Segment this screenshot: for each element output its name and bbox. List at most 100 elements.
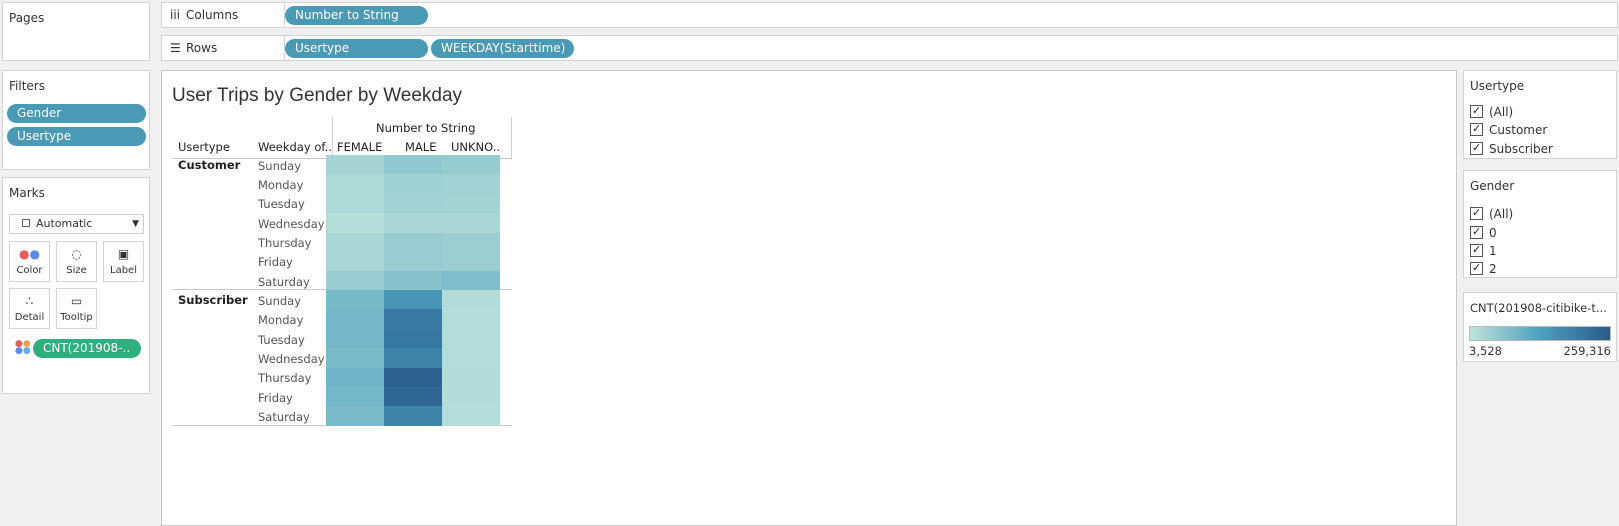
weekday-label: Tuesday [258, 333, 305, 347]
column-header-female: FEMALE [337, 140, 383, 154]
heatmap-cell[interactable] [442, 193, 500, 214]
heatmap-cell[interactable] [384, 193, 442, 214]
filters-panel: Filters Gender Usertype [2, 70, 150, 170]
mark-type-dropdown[interactable]: Automatic ▼ [9, 214, 144, 234]
columns-pill-number-to-string[interactable]: Number to String [285, 6, 428, 25]
heatmap-cell[interactable] [442, 387, 500, 407]
row-header-weekday: Weekday of.. [258, 140, 332, 154]
heatmap-cell[interactable] [442, 174, 500, 195]
heatmap-cell[interactable] [326, 367, 384, 388]
heatmap-cell[interactable] [326, 309, 384, 330]
heatmap-cell[interactable] [384, 174, 442, 195]
heatmap-cell[interactable] [384, 348, 442, 369]
heatmap-cell[interactable] [326, 252, 384, 272]
heatmap-cell[interactable] [326, 387, 384, 407]
heatmap-cell[interactable] [384, 290, 442, 310]
checkbox-checked-icon [1470, 121, 1483, 137]
rows-pill-weekday[interactable]: WEEKDAY(Starttime) [431, 39, 574, 58]
heatmap-cell[interactable] [384, 309, 442, 330]
pages-label: Pages [9, 11, 45, 25]
heatmap-cell[interactable] [384, 367, 442, 388]
heatmap-cell[interactable] [442, 155, 500, 175]
checkbox-checked-icon [1470, 224, 1483, 240]
heatmap-cell[interactable] [326, 328, 384, 349]
weekday-label: Wednesday [258, 217, 325, 231]
heatmap-cell[interactable] [442, 328, 500, 349]
heatmap-cell[interactable] [384, 328, 442, 349]
color-legend-min: 3,528 [1469, 344, 1502, 358]
heatmap-cell[interactable] [326, 232, 384, 253]
marks-color-pill[interactable]: CNT(201908-.. [33, 339, 141, 358]
heatmap-cell[interactable] [384, 252, 442, 272]
heatmap-cell[interactable] [442, 290, 500, 310]
heatmap-cell[interactable] [442, 309, 500, 330]
filter-pill-usertype[interactable]: Usertype [7, 127, 146, 146]
heatmap-cell[interactable] [442, 213, 500, 234]
heatmap-cell[interactable] [442, 367, 500, 388]
gender-filter-title: Gender [1470, 179, 1515, 193]
tooltip-icon: ▭ [70, 294, 83, 308]
heatmap-cell[interactable] [384, 387, 442, 407]
weekday-label: Sunday [258, 294, 302, 308]
heatmap-cell[interactable] [326, 348, 384, 369]
weekday-label: Tuesday [258, 197, 305, 211]
gender-filter-card: Gender (All) 0 1 2 [1463, 170, 1617, 278]
worksheet-title: User Trips by Gender by Weekday [172, 85, 463, 106]
filter-pill-gender[interactable]: Gender [7, 104, 146, 123]
usertype-option-subscriber[interactable]: Subscriber [1470, 140, 1553, 157]
heatmap-cell[interactable] [384, 155, 442, 175]
detail-icon: ∴ [25, 294, 34, 308]
rows-shelf-label: ☰ Rows [162, 36, 285, 60]
gender-option-2[interactable]: 2 [1470, 260, 1497, 277]
usertype-option-customer[interactable]: Customer [1470, 121, 1547, 138]
heatmap-cell[interactable] [326, 213, 384, 234]
pages-panel: Pages [2, 2, 150, 61]
marks-detail-button[interactable]: ∴ Detail [9, 288, 50, 329]
usertype-label-customer: Customer [178, 158, 241, 172]
rows-pill-usertype[interactable]: Usertype [285, 39, 428, 58]
heatmap-cell[interactable] [442, 232, 500, 253]
columns-shelf[interactable]: iii Columns Number to String [161, 2, 1618, 28]
gender-option-1[interactable]: 1 [1470, 242, 1497, 259]
heatmap-cell[interactable] [442, 406, 500, 427]
rows-shelf[interactable]: ☰ Rows Usertype WEEKDAY(Starttime) [161, 35, 1618, 61]
heatmap-cell[interactable] [384, 213, 442, 234]
header-divider-vertical [332, 117, 333, 159]
checkbox-checked-icon [1470, 140, 1483, 156]
gender-option-all[interactable]: (All) [1470, 205, 1513, 222]
columns-icon: iii [170, 8, 181, 22]
marks-label-button[interactable]: ▣ Label [103, 241, 144, 282]
heatmap-cell[interactable] [384, 406, 442, 427]
worksheet-view: User Trips by Gender by Weekday Number t… [161, 70, 1457, 526]
heatmap-cell[interactable] [442, 271, 500, 292]
row-header-usertype: Usertype [178, 140, 230, 154]
heatmap-cell[interactable] [442, 348, 500, 369]
heatmap-cell[interactable] [326, 406, 384, 427]
gender-option-0[interactable]: 0 [1470, 224, 1497, 241]
heatmap-cell[interactable] [384, 271, 442, 292]
checkbox-checked-icon [1470, 260, 1483, 276]
column-group-header: Number to String [376, 121, 476, 135]
usertype-option-all[interactable]: (All) [1470, 103, 1513, 120]
heatmap-cell[interactable] [326, 155, 384, 175]
column-header-male: MALE [405, 140, 437, 154]
marks-size-button[interactable]: ◌ Size [56, 241, 97, 282]
heatmap-cell[interactable] [326, 174, 384, 195]
weekday-label: Thursday [258, 236, 312, 250]
marks-color-button[interactable]: ●● Color [9, 241, 50, 282]
checkbox-checked-icon [1470, 103, 1483, 119]
heatmap-cell[interactable] [442, 252, 500, 272]
weekday-label: Saturday [258, 410, 310, 424]
rows-icon: ☰ [170, 41, 181, 55]
heatmap-cell[interactable] [326, 271, 384, 292]
weekday-label: Saturday [258, 275, 310, 289]
color-legend-max: 259,316 [1563, 344, 1611, 358]
heatmap-cell[interactable] [326, 290, 384, 310]
heatmap-cell[interactable] [326, 193, 384, 214]
usertype-filter-card: Usertype (All) Customer Subscriber [1463, 70, 1617, 159]
heatmap-cell[interactable] [384, 232, 442, 253]
marks-tooltip-button[interactable]: ▭ Tooltip [56, 288, 97, 329]
weekday-label: Monday [258, 313, 304, 327]
weekday-label: Friday [258, 255, 293, 269]
column-header-unknown: UNKNO.. [451, 140, 501, 154]
